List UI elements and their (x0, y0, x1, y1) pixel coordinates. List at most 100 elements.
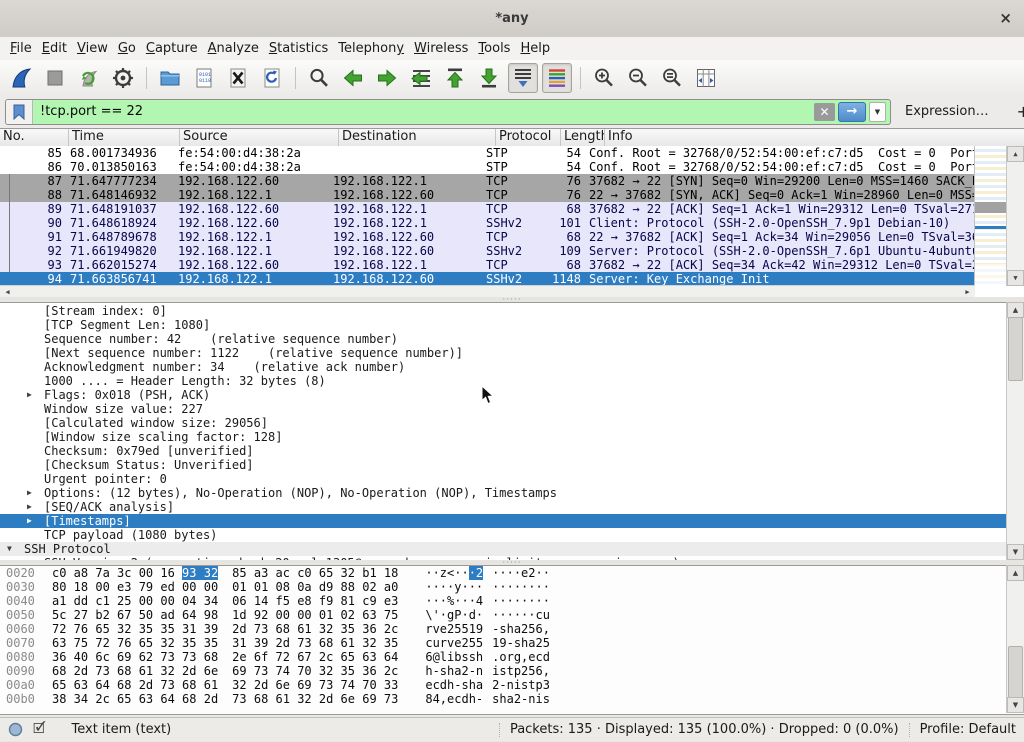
packet-row-91[interactable]: 9171.648789678192.168.122.1192.168.122.6… (0, 230, 975, 244)
column-header-destination[interactable]: Destination (339, 129, 496, 146)
close-file-button[interactable] (223, 63, 253, 93)
filter-history-dropdown[interactable]: ▼ (869, 102, 886, 122)
detail-row-17[interactable]: ▼SSH Protocol (0, 542, 1007, 556)
menu-item-help[interactable]: Help (515, 38, 555, 59)
scroll-up-icon[interactable]: ▲ (1007, 146, 1024, 162)
zoom-out-button[interactable] (623, 63, 653, 93)
hex-row-0080[interactable]: 008036 40 6c 69 62 73 73 682e 6f 72 67 2… (0, 650, 1024, 664)
hex-row-0020[interactable]: 0020c0 a8 7a 3c 00 16 93 3285 a3 ac c0 6… (0, 566, 1024, 580)
scroll-up-icon[interactable]: ▲ (1007, 565, 1024, 581)
hex-row-0050[interactable]: 00505c 27 b2 67 50 ad 64 981d 92 00 00 0… (0, 608, 1024, 622)
hex-row-0070[interactable]: 007063 75 72 76 65 32 35 3531 39 2d 73 6… (0, 636, 1024, 650)
detail-row-5[interactable]: 1000 .... = Header Length: 32 bytes (8) (0, 374, 1007, 388)
zoom-in-button[interactable] (589, 63, 619, 93)
menu-item-tools[interactable]: Tools (473, 38, 515, 59)
packet-row-93[interactable]: 9371.662015274192.168.122.60192.168.122.… (0, 258, 975, 272)
reload-button[interactable] (257, 63, 287, 93)
capture-comment-icon[interactable]: 🗹 (33, 718, 46, 742)
filter-bookmark-button[interactable] (6, 100, 33, 124)
go-forward-button[interactable] (372, 63, 402, 93)
hex-row-0040[interactable]: 0040a1 dd c1 25 00 00 04 3406 14 f5 e8 f… (0, 594, 1024, 608)
hex-row-00a0[interactable]: 00a065 63 64 68 2d 73 68 6132 2d 6e 69 7… (0, 678, 1024, 692)
detail-row-3[interactable]: [Next sequence number: 1122 (relative se… (0, 346, 1007, 360)
expanded-arrow-icon[interactable]: ▼ (7, 542, 12, 556)
menu-item-capture[interactable]: Capture (141, 38, 203, 59)
packet-row-87[interactable]: 8771.647777234192.168.122.60192.168.122.… (0, 174, 975, 188)
menu-item-telephony[interactable]: Telephony (333, 38, 409, 59)
menu-item-wireless[interactable]: Wireless (409, 38, 473, 59)
column-header-protocol[interactable]: Protocol (496, 129, 561, 146)
capture-options-button[interactable] (108, 63, 138, 93)
column-header-time[interactable]: Time (69, 129, 180, 146)
detail-row-11[interactable]: [Checksum Status: Unverified] (0, 458, 1007, 472)
detail-row-10[interactable]: Checksum: 0x79ed [unverified] (0, 444, 1007, 458)
expert-info-icon[interactable] (8, 722, 23, 737)
stop-capture-button[interactable] (40, 63, 70, 93)
menu-item-edit[interactable]: Edit (37, 38, 72, 59)
hex-row-0090[interactable]: 009068 2d 73 68 61 32 2d 6e69 73 74 70 3… (0, 664, 1024, 678)
column-header-no[interactable]: No. (0, 129, 69, 146)
auto-scroll-button[interactable] (508, 63, 538, 93)
detail-row-16[interactable]: TCP payload (1080 bytes) (0, 528, 1007, 542)
detail-row-7[interactable]: Window size value: 227 (0, 402, 1007, 416)
zoom-100-button[interactable] (657, 63, 687, 93)
scroll-down-icon[interactable]: ▼ (1007, 697, 1024, 713)
go-last-button[interactable] (474, 63, 504, 93)
packet-row-90[interactable]: 9071.648618924192.168.122.60192.168.122.… (0, 216, 975, 230)
packet-row-86[interactable]: 8670.013850163fe:54:00:d4:38:2aSTP54Conf… (0, 160, 975, 174)
scroll-down-icon[interactable]: ▼ (1007, 544, 1024, 560)
filter-expression-text[interactable]: !tcp.port == 22 (33, 104, 814, 119)
go-first-button[interactable] (440, 63, 470, 93)
filter-clear-button[interactable]: ✕ (814, 103, 835, 121)
title-bar[interactable]: *any × (0, 0, 1024, 38)
packet-row-92[interactable]: 9271.661949820192.168.122.1192.168.122.6… (0, 244, 975, 258)
detail-row-8[interactable]: [Calculated window size: 29056] (0, 416, 1007, 430)
hex-row-0060[interactable]: 006072 76 65 32 35 35 31 392d 73 68 61 3… (0, 622, 1024, 636)
bytes-scroll-thumb[interactable] (1008, 646, 1023, 698)
collapsed-arrow-icon[interactable]: ▶ (27, 514, 32, 528)
hex-row-00b0[interactable]: 00b038 34 2c 65 63 64 68 2d73 68 61 32 2… (0, 692, 1024, 706)
hex-row-0030[interactable]: 003080 18 00 e3 79 ed 00 0001 01 08 0a d… (0, 580, 1024, 594)
packet-list-vscrollbar[interactable]: ▲ ▼ (1006, 146, 1024, 286)
detail-row-13[interactable]: ▶Options: (12 bytes), No-Operation (NOP)… (0, 486, 1007, 500)
colorize-button[interactable] (542, 63, 572, 93)
display-filter-input[interactable]: !tcp.port == 22 ✕ → ▼ (5, 99, 891, 125)
restart-capture-button[interactable] (74, 63, 104, 93)
packet-row-85[interactable]: 8568.001734936fe:54:00:d4:38:2aSTP54Conf… (0, 146, 975, 160)
menu-item-analyze[interactable]: Analyze (203, 38, 264, 59)
find-packet-button[interactable] (304, 63, 334, 93)
resize-columns-button[interactable] (691, 63, 721, 93)
intelligent-scrollbar[interactable] (974, 146, 1007, 286)
detail-row-0[interactable]: [Stream index: 0] (0, 304, 1007, 318)
menu-item-file[interactable]: File (5, 38, 37, 59)
go-to-packet-button[interactable] (406, 63, 436, 93)
add-filter-button[interactable]: + (1011, 102, 1024, 121)
details-vscrollbar[interactable]: ▲ ▼ (1006, 302, 1024, 560)
packet-row-88[interactable]: 8871.648146932192.168.122.1192.168.122.6… (0, 188, 975, 202)
detail-row-9[interactable]: [Window size scaling factor: 128] (0, 430, 1007, 444)
column-header-length[interactable]: Length (561, 129, 605, 146)
open-file-button[interactable] (155, 63, 185, 93)
save-file-button[interactable]: 01010110 (189, 63, 219, 93)
detail-row-6[interactable]: ▶Flags: 0x018 (PSH, ACK) (0, 388, 1007, 402)
detail-row-14[interactable]: ▶[SEQ/ACK analysis] (0, 500, 1007, 514)
menu-item-statistics[interactable]: Statistics (264, 38, 333, 59)
detail-row-15[interactable]: ▶[Timestamps] (0, 514, 1007, 528)
column-header-source[interactable]: Source (180, 129, 339, 146)
collapsed-arrow-icon[interactable]: ▶ (27, 388, 32, 402)
go-back-button[interactable] (338, 63, 368, 93)
close-window-icon[interactable]: × (999, 9, 1012, 27)
start-capture-button[interactable] (6, 63, 36, 93)
column-header-info[interactable]: Info (605, 129, 1024, 146)
detail-row-12[interactable]: Urgent pointer: 0 (0, 472, 1007, 486)
scroll-right-icon[interactable]: ▶ (961, 287, 974, 297)
profile-label[interactable]: Profile: Default (920, 722, 1016, 737)
menu-item-go[interactable]: Go (113, 38, 141, 59)
scroll-left-icon[interactable]: ◀ (1, 287, 14, 297)
scroll-down-icon[interactable]: ▼ (1007, 270, 1024, 286)
collapsed-arrow-icon[interactable]: ▶ (27, 500, 32, 514)
bytes-vscrollbar[interactable]: ▲ ▼ (1006, 565, 1024, 713)
detail-row-2[interactable]: Sequence number: 42 (relative sequence n… (0, 332, 1007, 346)
detail-row-1[interactable]: [TCP Segment Len: 1080] (0, 318, 1007, 332)
packet-row-89[interactable]: 8971.648191037192.168.122.60192.168.122.… (0, 202, 975, 216)
